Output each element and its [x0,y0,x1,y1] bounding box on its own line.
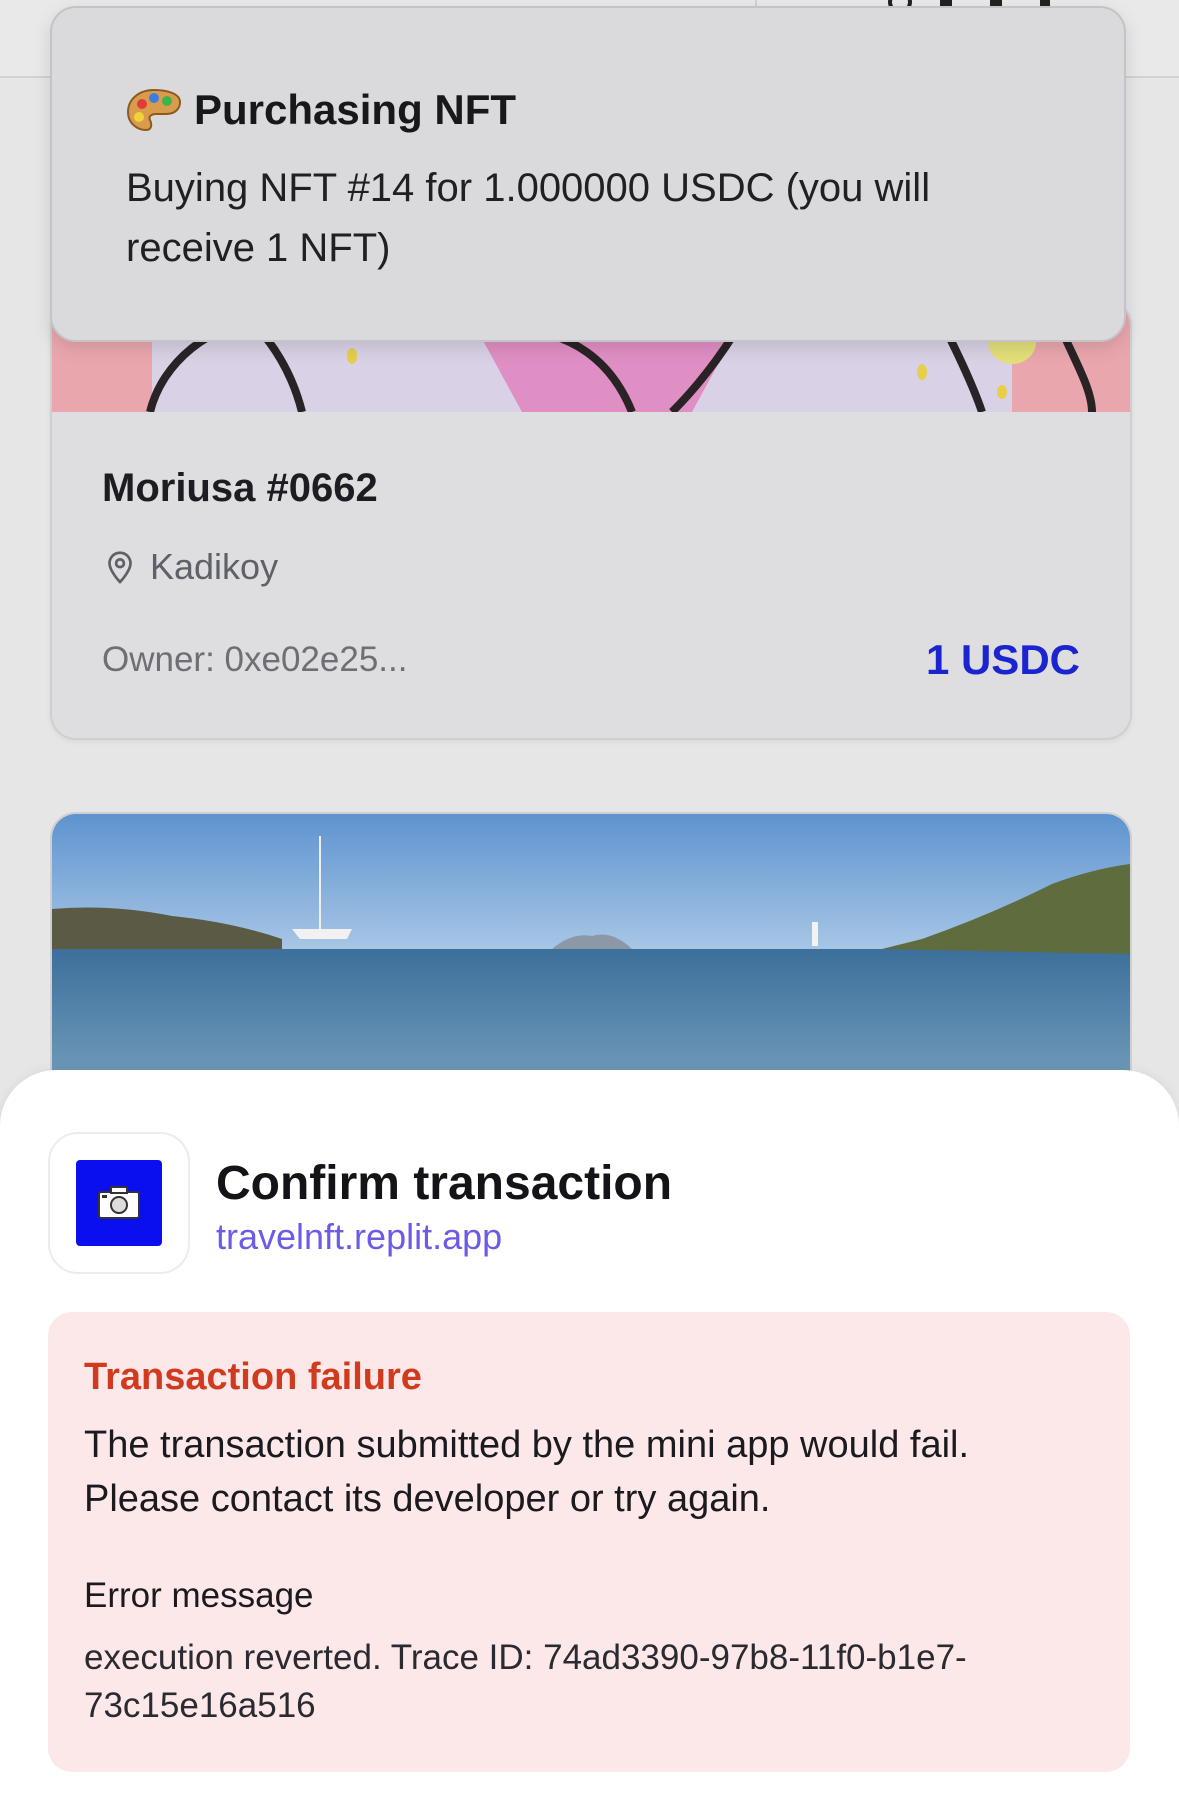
toast-title: Purchasing NFT [194,86,517,133]
app-icon-container [48,1132,190,1274]
nft-card[interactable]: Moriusa #0662 Kadikoy Owner: 0xe02e25...… [50,300,1132,740]
artist-palette-icon [126,88,182,132]
confirm-transaction-sheet: Confirm transaction travelnft.replit.app… [0,1070,1179,1800]
error-title: Transaction failure [84,1356,422,1398]
camera-icon [98,1186,140,1219]
seaside-photo-image [52,814,1130,1114]
nft-location-label: Kadikoy [150,546,279,587]
error-detail-label: Error message [84,1576,314,1615]
error-detail: execution reverted. Trace ID: 74ad3390-9… [84,1638,967,1725]
nft-owner: Owner: 0xe02e25... [102,640,408,679]
toast-message: Buying NFT #14 for 1.000000 USDC (you wi… [126,166,931,270]
nft-location: Kadikoy [102,546,278,588]
transaction-error-panel: Transaction failure The transaction subm… [48,1312,1130,1772]
sheet-title: Confirm transaction [216,1157,673,1210]
purchase-toast: Purchasing NFT Buying NFT #14 for 1.0000… [50,6,1126,342]
map-pin-icon [108,551,132,584]
nft-title: Moriusa #0662 [102,466,378,510]
toast-header: Purchasing NFT [126,86,516,134]
nft-price: 1 USDC [925,636,1080,683]
error-message: The transaction submitted by the mini ap… [84,1424,970,1520]
app-icon [76,1160,162,1246]
app-domain-link[interactable]: travelnft.replit.app [216,1216,502,1258]
